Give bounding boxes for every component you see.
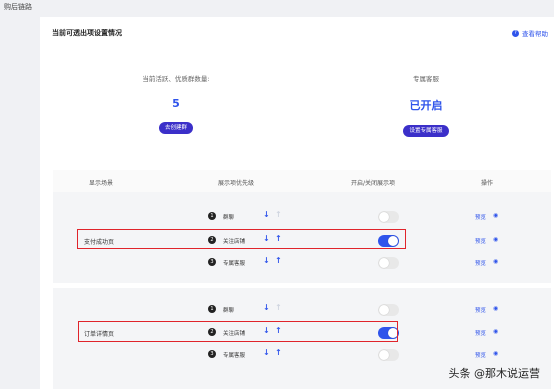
visibility-toggle[interactable] xyxy=(378,304,399,316)
arrow-down-icon[interactable]: ↓ xyxy=(263,303,270,312)
arrow-up-icon[interactable]: ↑ xyxy=(275,303,282,312)
eye-icon[interactable]: ◉ xyxy=(493,350,498,357)
set-customer-service-button[interactable]: 设置专属客服 xyxy=(403,125,449,137)
preview-link[interactable]: 预览 xyxy=(475,237,486,245)
eye-icon[interactable]: ◉ xyxy=(493,258,498,265)
question-circle-icon: ? xyxy=(512,29,519,37)
help-label: 查看帮助 xyxy=(522,30,548,38)
stat-value: 5 xyxy=(172,97,180,110)
column-header: 展示项优先级 xyxy=(218,180,255,187)
stat-value: 已开启 xyxy=(409,99,443,112)
table-row: 3 专属客服 ↓ ↑ 预览 ◉ xyxy=(53,346,551,364)
eye-icon[interactable]: ◉ xyxy=(493,236,498,243)
priority-number: 3 xyxy=(208,258,216,266)
visibility-toggle[interactable] xyxy=(378,257,399,269)
preview-link[interactable]: 预览 xyxy=(475,306,486,314)
arrow-down-icon[interactable]: ↓ xyxy=(263,348,270,357)
preview-link[interactable]: 预览 xyxy=(475,351,486,359)
highlight-box xyxy=(78,321,398,342)
table-row: 1 群聊 ↓ ↑ 预览 ◉ xyxy=(53,208,551,226)
stat-label: 当前活跃、优质群数量: xyxy=(142,75,210,83)
section-title: 当前可透出项设置情况 xyxy=(52,29,122,37)
item-name: 专属客服 xyxy=(223,261,246,267)
preview-link[interactable]: 预览 xyxy=(475,213,486,221)
preview-link[interactable]: 预览 xyxy=(475,329,486,337)
eye-icon[interactable]: ◉ xyxy=(493,212,498,219)
preview-link[interactable]: 预览 xyxy=(475,259,486,267)
table-header: 显示场景 展示项优先级 开启/关闭展示项 操作 xyxy=(53,170,551,192)
customer-service-stat: 专属客服 已开启 设置专属客服 xyxy=(356,73,496,137)
stat-label: 专属客服 xyxy=(413,75,439,83)
table-row: 3 专属客服 ↓ ↑ 预览 ◉ xyxy=(53,254,551,272)
top-bar: 购后链路 xyxy=(0,0,554,14)
priority-number: 1 xyxy=(208,212,216,220)
arrow-up-icon[interactable]: ↑ xyxy=(275,348,282,357)
page-title: 购后链路 xyxy=(4,3,32,11)
priority-number: 3 xyxy=(208,350,216,358)
create-group-button[interactable]: 去创建群 xyxy=(158,122,193,134)
settings-card: 当前可透出项设置情况 ? 查看帮助 当前活跃、优质群数量: 5 去创建群 专属客… xyxy=(40,17,554,389)
item-name: 群聊 xyxy=(223,308,235,314)
eye-icon[interactable]: ◉ xyxy=(493,305,498,312)
item-name: 专属客服 xyxy=(223,353,246,359)
column-header: 开启/关闭展示项 xyxy=(351,180,396,187)
arrow-up-icon[interactable]: ↑ xyxy=(275,256,282,265)
help-link[interactable]: ? 查看帮助 xyxy=(512,28,548,38)
column-header: 操作 xyxy=(481,180,494,187)
arrow-up-icon[interactable]: ↑ xyxy=(275,210,282,219)
highlight-box xyxy=(77,229,406,249)
eye-icon[interactable]: ◉ xyxy=(493,328,498,335)
column-header: 显示场景 xyxy=(89,180,114,187)
priority-number: 1 xyxy=(208,305,216,313)
arrow-down-icon[interactable]: ↓ xyxy=(263,210,270,219)
active-groups-stat: 当前活跃、优质群数量: 5 去创建群 xyxy=(106,73,246,134)
arrow-down-icon[interactable]: ↓ xyxy=(263,256,270,265)
item-name: 群聊 xyxy=(223,215,235,221)
table-row: 1 群聊 ↓ ↑ 预览 ◉ xyxy=(53,301,551,319)
visibility-toggle[interactable] xyxy=(378,349,399,361)
watermark: 头条 @那木说运营 xyxy=(448,367,541,380)
visibility-toggle[interactable] xyxy=(378,211,399,223)
